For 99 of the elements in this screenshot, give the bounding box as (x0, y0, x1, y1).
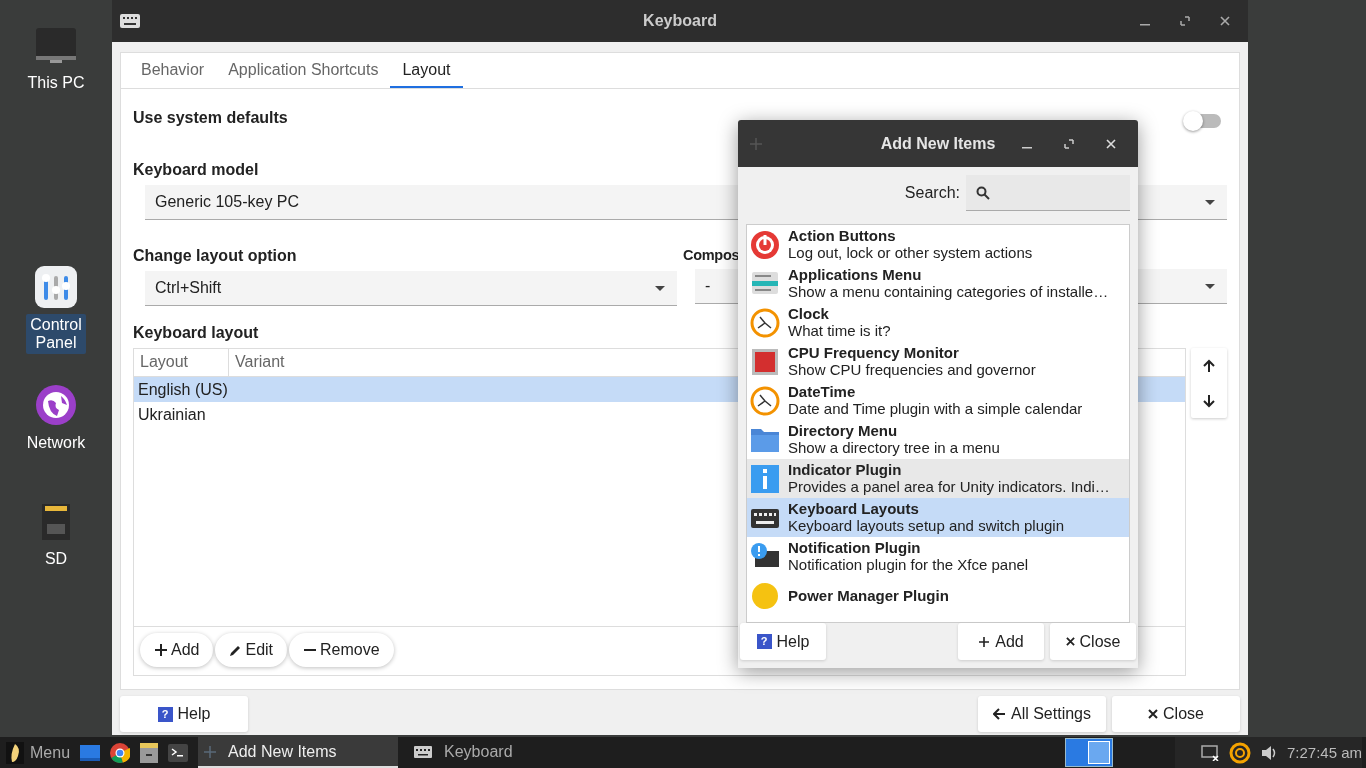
plugin-description: Show a directory tree in a menu (788, 439, 1000, 457)
clock-icon (750, 385, 780, 416)
table-button[interactable]: Remove (289, 633, 394, 667)
plus-icon (204, 745, 217, 758)
search-field[interactable] (966, 175, 1130, 211)
plugin-description: Show CPU frequencies and governor (788, 361, 1036, 379)
plugin-item[interactable]: Action Buttons Log out, lock or other system actions (747, 225, 1129, 264)
plugin-item[interactable]: CPU Frequency Monitor Show CPU frequencies and governor (747, 342, 1129, 381)
maximize-icon[interactable] (1064, 138, 1074, 149)
layout-cell[interactable]: English (US) (138, 380, 228, 399)
menu-button[interactable]: Menu (30, 743, 71, 762)
desktop-icon-label[interactable]: Control Panel (26, 314, 86, 354)
plugin-description: Log out, lock or other system actions (788, 244, 1033, 262)
plugin-description: Date and Time plugin with a simple calendar (788, 400, 1083, 418)
plugin-description: Keyboard layouts setup and switch plugin (788, 517, 1064, 535)
terminal-icon[interactable] (168, 743, 189, 762)
setting-label: Keyboard layout (133, 324, 259, 342)
plugin-item[interactable]: Applications Menu Show a menu containing categories of installe… (747, 264, 1129, 303)
clock-icon (750, 307, 780, 338)
setting-label: Change layout option (133, 247, 297, 265)
table-button[interactable]: Add (140, 633, 214, 667)
maximize-icon[interactable] (1180, 16, 1190, 26)
plugin-name: Directory Menu (788, 422, 899, 439)
plugin-name: DateTime (788, 383, 857, 400)
dropdown[interactable]: Ctrl+Shift (145, 271, 677, 306)
plugin-name: CPU Frequency Monitor (788, 344, 960, 361)
plugin-description: Show a menu containing categories of installe… (788, 283, 1109, 301)
keyboard-icon (414, 745, 433, 758)
plugin-description: Notification plugin for the Xfce panel (788, 556, 1029, 574)
column-header[interactable]: Layout (134, 349, 229, 376)
display-icon[interactable] (1200, 744, 1219, 761)
sync-icon[interactable] (1228, 741, 1251, 764)
desktop-icon-label[interactable]: Network (22, 432, 90, 454)
taskbar-task[interactable]: Keyboard (408, 737, 609, 768)
setting-label: Compos (683, 247, 740, 263)
tab[interactable]: Behavior (129, 53, 217, 88)
setting-label: Use system defaults (133, 109, 288, 127)
plus-icon (978, 635, 991, 648)
workspace-pager[interactable] (1064, 738, 1113, 767)
chip-icon (750, 346, 780, 377)
desktop-icon-label[interactable]: This PC (23, 72, 89, 94)
search-icon (976, 185, 990, 200)
add-button[interactable]: Add (958, 623, 1044, 660)
plugin-item[interactable]: Indicator Plugin Provides a panel area for Unity indicators. Indi… (747, 459, 1129, 498)
plugin-description: Provides a panel area for Unity indicators. Indi… (788, 478, 1110, 496)
toggle-switch[interactable] (1185, 114, 1221, 128)
search-label: Search: (904, 184, 960, 202)
info-icon (750, 463, 780, 494)
plugin-item[interactable]: Keyboard Layouts Keyboard layouts setup and switch plugin (747, 498, 1129, 537)
plugin-description: What time is it? (788, 322, 891, 340)
plus-icon (154, 643, 168, 657)
plugin-name: Indicator Plugin (788, 461, 903, 478)
close-button[interactable]: Close (1050, 623, 1136, 660)
plugin-name: Clock (788, 305, 830, 322)
window-title: Keyboard (643, 12, 717, 30)
column-header[interactable]: Variant (229, 349, 291, 376)
plugin-name: Action Buttons (788, 227, 897, 244)
keyboard-icon (120, 14, 140, 28)
volume-icon[interactable] (1260, 744, 1277, 761)
setting-label: Keyboard model (133, 161, 259, 179)
close-button[interactable]: Close (1112, 696, 1240, 732)
plugin-item[interactable]: Clock What time is it? (747, 303, 1129, 342)
arrow-down-icon[interactable] (1202, 393, 1216, 408)
help-button[interactable]: ? Help (740, 623, 826, 660)
plugin-item[interactable]: Directory Menu Show a directory tree in a menu (747, 420, 1129, 459)
table-button[interactable]: Edit (215, 633, 288, 667)
dialog-title: Add New Items (880, 134, 996, 153)
plugin-item[interactable]: Notification Plugin Notification plugin for the Xfce panel (747, 537, 1129, 576)
feather-icon[interactable] (6, 741, 24, 764)
plugin-item[interactable]: Power Manager Plugin (747, 576, 1129, 615)
tab[interactable]: Layout (390, 53, 463, 88)
plugin-name: Keyboard Layouts (788, 500, 920, 517)
all-settings-button[interactable]: All Settings (978, 696, 1106, 732)
taskbar-task[interactable]: Add New Items (198, 737, 399, 768)
globe-icon[interactable] (35, 384, 77, 426)
plugin-name: Power Manager Plugin (788, 587, 949, 604)
file-cabinet-icon[interactable] (140, 742, 159, 763)
tab[interactable]: Application Shortcuts (216, 53, 391, 88)
monitor-icon[interactable] (34, 26, 78, 66)
desktop-icon[interactable] (80, 743, 101, 762)
power-icon (750, 229, 780, 260)
sd-card-icon[interactable] (40, 502, 72, 542)
close-icon (1065, 637, 1075, 646)
close-icon (1148, 709, 1159, 719)
layout-cell[interactable]: Ukrainian (138, 405, 206, 424)
arrow-left-icon (992, 708, 1006, 720)
plugin-name: Applications Menu (788, 266, 923, 283)
help-icon: ? (157, 706, 173, 722)
sliders-icon[interactable] (35, 266, 77, 308)
plus-icon (750, 137, 762, 150)
arrow-up-icon[interactable] (1202, 358, 1216, 373)
desktop-icon-label[interactable]: SD (40, 548, 72, 570)
plugin-item[interactable]: DateTime Date and Time plugin with a simple calendar (747, 381, 1129, 420)
help-button[interactable]: ? Help (120, 696, 248, 732)
pencil-icon (229, 643, 243, 657)
close-icon[interactable] (1220, 16, 1230, 26)
browser-icon[interactable] (110, 742, 131, 763)
plugin-name: Notification Plugin (788, 539, 922, 556)
help-icon: ? (756, 634, 772, 649)
